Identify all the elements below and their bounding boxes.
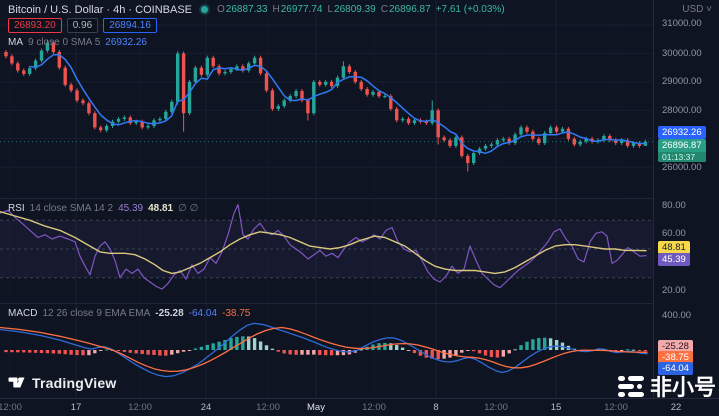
axis-tick-label: 20.00 (662, 285, 686, 296)
low-value: 26809.39 (334, 4, 376, 15)
last-price-label: 26896.8701:13:37 (658, 139, 706, 162)
feixiaohao-logo-icon (618, 376, 644, 397)
pane-divider[interactable] (0, 303, 653, 304)
symbol-title: Bitcoin / U.S. Dollar · 4h · COINBASE (8, 4, 192, 16)
axis-tick-label: 80.00 (662, 200, 686, 211)
rsi-name: RSI (8, 203, 25, 214)
axis-tick-label: 60.00 (662, 228, 686, 239)
rsi-hidden-values-icon: ∅ ∅ (178, 203, 198, 214)
chevron-down-icon: ˅ (706, 4, 712, 15)
macd-legend[interactable]: MACD 12 26 close 9 EMA EMA -25.28 -64.04… (8, 308, 250, 319)
time-tick-label: 22 (671, 402, 682, 413)
ma-value: 26932.26 (105, 37, 147, 48)
rsi-axis-label: 45.39 (658, 253, 690, 266)
open-label: O (217, 4, 225, 15)
ask-price-button[interactable]: 26894.16 (103, 18, 157, 33)
rsi-pane[interactable] (0, 199, 653, 303)
rsi-legend[interactable]: RSI 14 close SMA 14 2 45.39 48.81 ∅ ∅ (8, 203, 198, 214)
time-tick-label: 12:00 (0, 402, 22, 413)
close-label: C (381, 4, 388, 15)
ma-params: 9 close 0 SMA 5 (28, 37, 100, 48)
high-label: H (273, 4, 280, 15)
low-label: L (327, 4, 333, 15)
open-value: 26887.33 (226, 4, 268, 15)
axis-tick-label: 31000.00 (662, 18, 702, 29)
pane-divider[interactable] (0, 198, 653, 199)
ma-legend[interactable]: MA 9 close 0 SMA 5 26932.26 (8, 37, 147, 48)
tradingview-logo-text: TradingView (32, 375, 116, 391)
currency-dropdown[interactable]: USD ˅ (682, 4, 712, 15)
tradingview-logo-icon (8, 374, 25, 391)
time-tick-label: 12:00 (362, 402, 386, 413)
time-tick-label: 12:00 (128, 402, 152, 413)
currency-label: USD (682, 4, 703, 15)
macd-line-value: -64.04 (189, 308, 217, 319)
axis-tick-label: 26000.00 (662, 162, 702, 173)
countdown-label: 01:13:37 (658, 152, 706, 162)
axis-tick-label: 400.00 (662, 310, 691, 321)
price-scale[interactable]: USD ˅ 31000.00 30000.00 29000.00 28000.00 26… (653, 0, 719, 398)
time-tick-label: 12:00 (484, 402, 508, 413)
rsi-value: 45.39 (118, 203, 143, 214)
change-value: +7.61 (+0.03%) (436, 4, 505, 15)
time-tick-label: 8 (433, 402, 438, 413)
axis-tick-label: 28000.00 (662, 105, 702, 116)
spread-value: 0.96 (67, 18, 98, 33)
bid-price-button[interactable]: 26893.20 (8, 18, 62, 33)
time-tick-label: 12:00 (256, 402, 280, 413)
ma-name: MA (8, 37, 23, 48)
time-tick-label: 17 (71, 402, 82, 413)
macd-hist-value: -25.28 (155, 308, 183, 319)
axis-tick-label: 29000.00 (662, 76, 702, 87)
bid-ask-row: 26893.20 0.96 26894.16 (8, 18, 157, 33)
rsi-params: 14 close SMA 14 2 (30, 203, 113, 214)
macd-signal-value: -38.75 (222, 308, 250, 319)
rsi-sma-value: 48.81 (148, 203, 173, 214)
ma-price-label: 26932.26 (658, 126, 706, 139)
tradingview-logo[interactable]: TradingView (8, 374, 116, 391)
chart-window: Bitcoin / U.S. Dollar · 4h · COINBASE O2… (0, 0, 719, 416)
time-tick-label: 24 (201, 402, 212, 413)
time-tick-label: May (307, 402, 325, 413)
axis-tick-label: 30000.00 (662, 48, 702, 59)
feixiaohao-watermark-text: 非小号 (650, 370, 716, 402)
symbol-legend[interactable]: Bitcoin / U.S. Dollar · 4h · COINBASE O2… (8, 3, 505, 16)
market-status-icon[interactable] (201, 6, 208, 13)
high-value: 26977.74 (281, 4, 323, 15)
macd-params: 12 26 close 9 EMA EMA (42, 308, 150, 319)
time-scale[interactable]: 12:00 17 12:00 24 12:00 May 12:00 8 12:00 15 12:00… (0, 398, 719, 416)
feixiaohao-watermark[interactable]: 非小号 (618, 370, 716, 402)
time-tick-label: 15 (551, 402, 562, 413)
time-tick-label: 12:00 (604, 402, 628, 413)
macd-name: MACD (8, 308, 37, 319)
close-value: 26896.87 (389, 4, 431, 15)
